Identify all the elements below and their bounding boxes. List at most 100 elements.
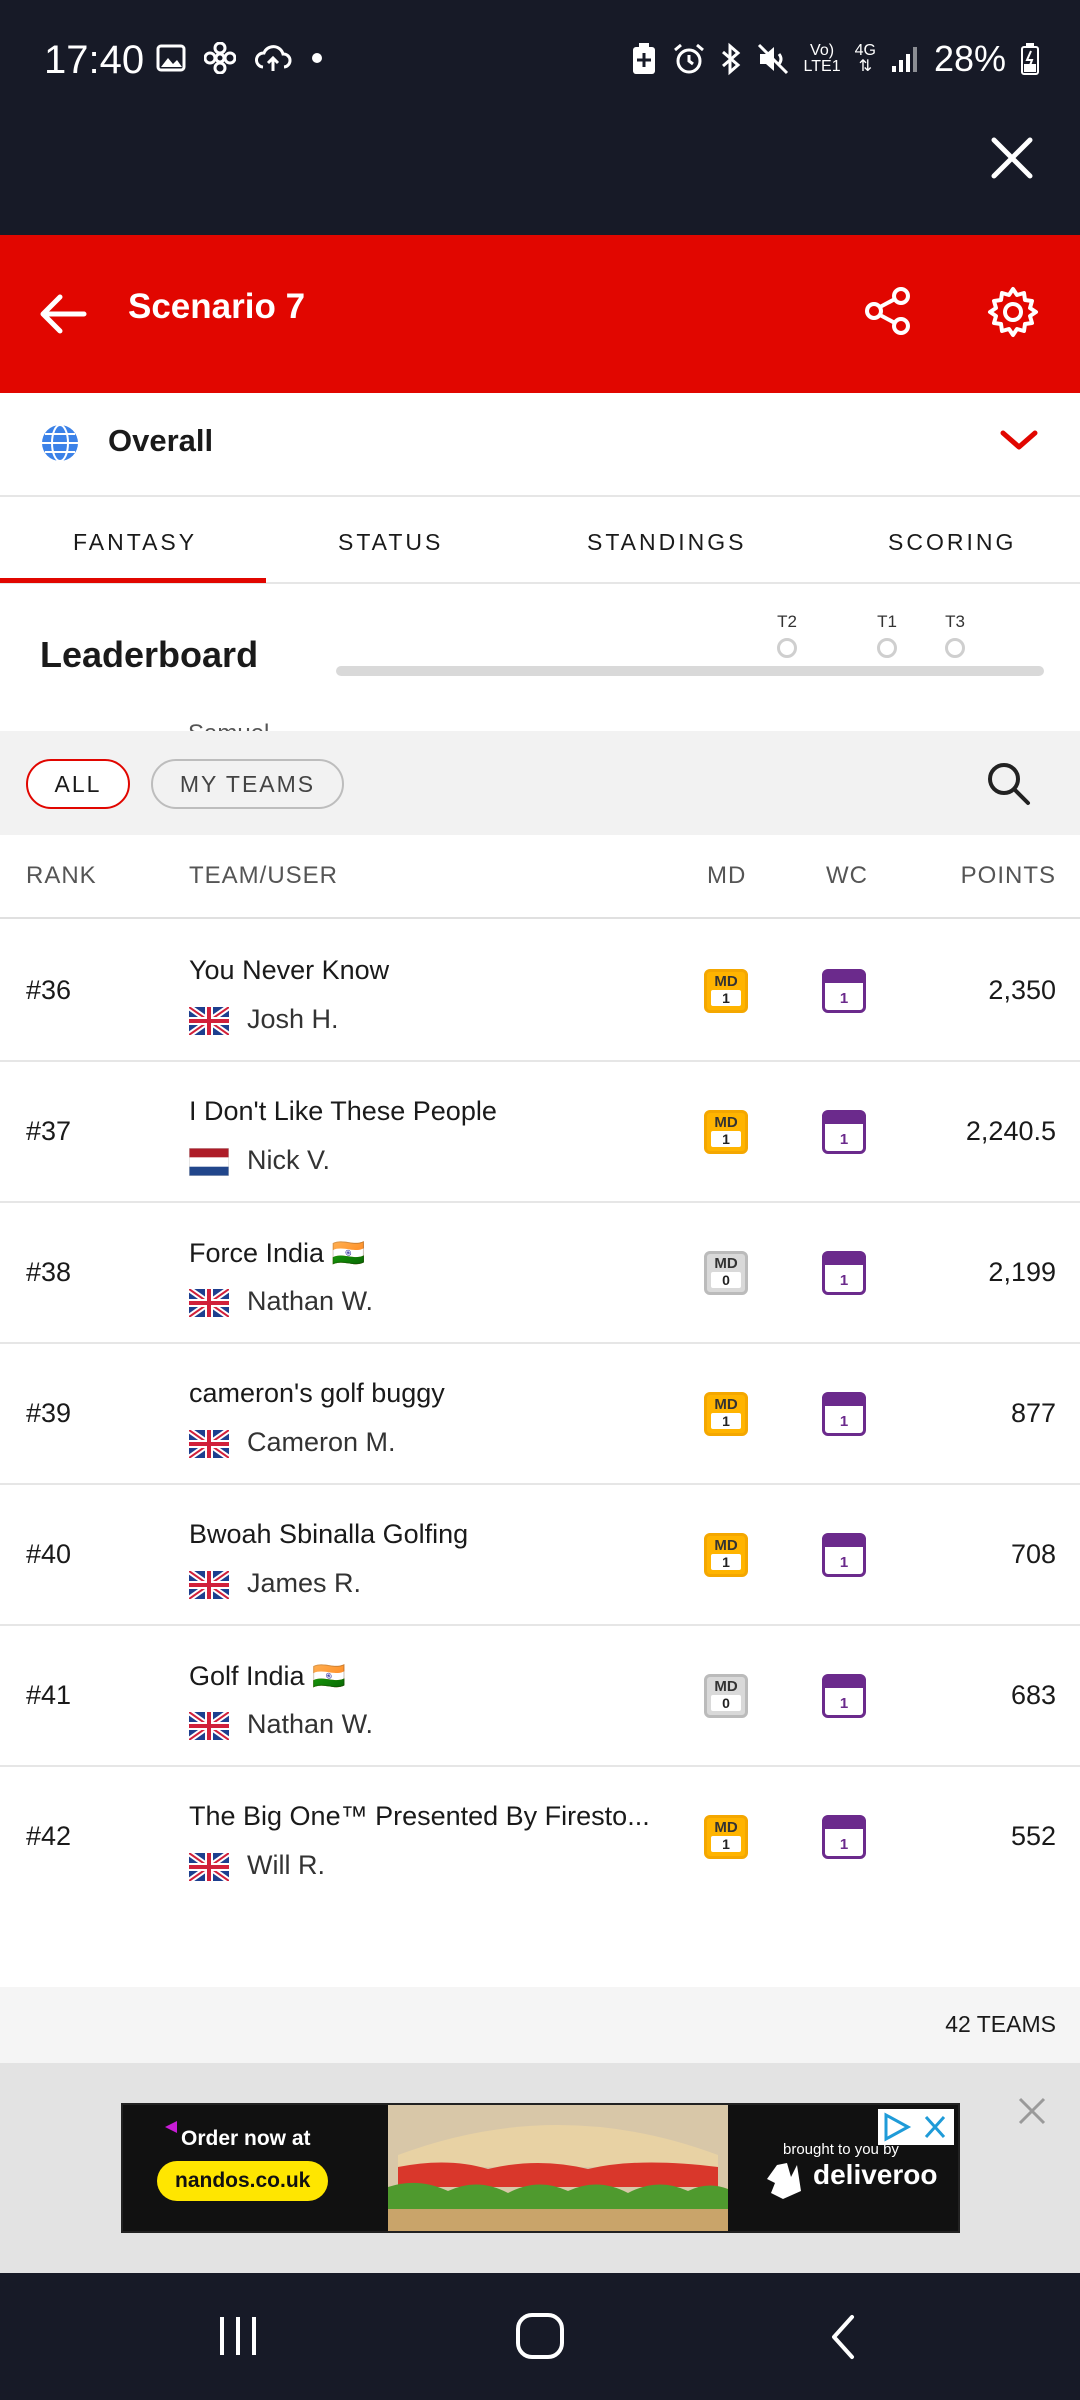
row-user-name: Nick V. <box>247 1145 331 1175</box>
row-user-name: Will R. <box>247 1850 325 1880</box>
scope-label: Overall <box>108 423 214 458</box>
wc-chip-band <box>825 1395 863 1406</box>
battery-percent: 28% <box>933 38 1006 79</box>
ad-banner[interactable]: Order now at nandos.co.uk brought to you… <box>121 2103 960 2233</box>
status-right: Vo) LTE1 4G ⇅ 28% <box>630 38 1040 80</box>
active-tab-indicator <box>0 578 266 583</box>
team-count: 42 TEAMS <box>945 2011 1056 2037</box>
status-time: 17:40 <box>44 38 145 82</box>
md-chip-label: MD <box>714 1255 738 1272</box>
table-row[interactable]: #41 Golf India 🇮🇳 Nathan W. MD 0 1 683 <box>0 1626 1080 1767</box>
row-rank: #38 <box>26 1257 72 1287</box>
table-header: RANK TEAM/USER MD WC POINTS <box>0 835 1080 919</box>
close-icon[interactable] <box>982 128 1042 188</box>
burger-image-icon <box>388 2105 728 2231</box>
team-count-bar: 42 TEAMS <box>0 1987 1080 2063</box>
wc-chip-band <box>825 1254 863 1265</box>
mute-icon <box>757 43 788 75</box>
gallery-icon <box>156 44 186 72</box>
row-user-name: Nathan W. <box>247 1286 374 1316</box>
row-rank: #39 <box>26 1398 72 1428</box>
row-rank: #40 <box>26 1539 72 1569</box>
wc-chip-icon: 1 <box>822 1815 866 1859</box>
pin-icon <box>877 638 897 658</box>
ad-choices-icon[interactable] <box>878 2109 954 2145</box>
tab-status[interactable]: STATUS <box>338 529 443 556</box>
page-title: Scenario 7 <box>128 287 306 326</box>
marker-label: T1 <box>877 612 897 631</box>
table-row[interactable]: #36 You Never Know Josh H. MD 1 1 2,350 <box>0 921 1080 1062</box>
wc-chip-count: 1 <box>839 1272 849 1289</box>
row-rank: #42 <box>26 1821 72 1851</box>
md-chip-icon: MD 1 <box>704 1110 748 1154</box>
bluetooth-icon <box>721 42 740 76</box>
share-icon[interactable] <box>862 285 914 337</box>
md-chip-count: 1 <box>711 1554 741 1570</box>
md-chip-count: 0 <box>711 1695 741 1711</box>
filter-my-teams-button[interactable]: MY TEAMS <box>151 759 344 809</box>
row-team-name: cameron's golf buggy <box>189 1378 445 1408</box>
leaderboard-title: Leaderboard <box>40 634 259 675</box>
md-chip-label: MD <box>714 1396 738 1413</box>
marker-t3: T3 <box>935 612 975 658</box>
home-icon[interactable] <box>514 2311 566 2361</box>
table-row[interactable]: #40 Bwoah Sbinalla Golfing James R. MD 1 … <box>0 1485 1080 1626</box>
wc-chip-count: 1 <box>839 1695 849 1712</box>
signal-icon <box>891 47 917 72</box>
scope-selector[interactable]: Overall <box>0 393 1080 497</box>
md-chip-icon: MD 1 <box>704 1392 748 1436</box>
ad-close-icon[interactable] <box>1014 2093 1050 2129</box>
ad-brand-text: deliveroo <box>813 2159 938 2190</box>
app-screen: 17:40 Vo) LTE1 4G ⇅ 28% Scenario 7 Overal <box>0 0 1080 2400</box>
back-arrow-icon[interactable] <box>34 285 92 343</box>
uk-flag-icon <box>189 1571 229 1599</box>
tab-standings[interactable]: STANDINGS <box>587 529 746 556</box>
tab-scoring[interactable]: SCORING <box>888 529 1016 556</box>
leaderboard-header: Leaderboard T2 T1 T3 Samuel <box>0 584 1080 731</box>
md-chip-count: 1 <box>711 1836 741 1852</box>
table-row[interactable]: #42 The Big One™ Presented By Firesto...… <box>0 1767 1080 1908</box>
row-points: 2,199 <box>988 1257 1056 1287</box>
app-header: Scenario 7 <box>0 235 1080 393</box>
marker-label: T2 <box>777 612 797 631</box>
table-row[interactable]: #37 I Don't Like These People Nick V. MD… <box>0 1062 1080 1203</box>
table-row[interactable]: #38 Force India 🇮🇳 Nathan W. MD 0 1 2,199 <box>0 1203 1080 1344</box>
pin-icon <box>777 638 797 658</box>
fan-icon <box>204 42 236 74</box>
uk-flag-icon <box>189 1289 229 1317</box>
row-points: 708 <box>1010 1539 1056 1569</box>
status-bar: 17:40 Vo) LTE1 4G ⇅ 28% <box>0 0 1080 235</box>
md-chip-count: 0 <box>711 1272 741 1288</box>
ad-url-pill: nandos.co.uk <box>157 2161 329 2201</box>
ad-area: Order now at nandos.co.uk brought to you… <box>0 2063 1080 2273</box>
md-chip-label: MD <box>714 1537 738 1554</box>
wc-chip-icon: 1 <box>822 969 866 1013</box>
recent-apps-icon[interactable] <box>214 2313 262 2359</box>
chevron-down-icon[interactable] <box>998 425 1040 455</box>
row-points: 2,240.5 <box>965 1116 1056 1146</box>
md-chip-label: MD <box>714 1114 738 1131</box>
search-icon[interactable] <box>984 759 1032 807</box>
tab-fantasy[interactable]: FANTASY <box>73 529 197 556</box>
cloud-upload-icon <box>255 45 292 71</box>
network-text: 4G <box>854 42 876 59</box>
wc-chip-icon: 1 <box>822 1674 866 1718</box>
network-indicator: 4G ⇅ <box>855 43 876 75</box>
filter-all-button[interactable]: ALL <box>26 759 130 809</box>
row-points: 683 <box>1010 1680 1056 1710</box>
system-back-icon[interactable] <box>826 2313 860 2361</box>
marker-t1: T1 <box>867 612 907 658</box>
wc-chip-band <box>825 1677 863 1688</box>
data-arrows-icon: ⇅ <box>858 58 872 75</box>
md-chip-icon: MD 1 <box>704 1815 748 1859</box>
row-user-name: James R. <box>247 1568 362 1598</box>
deliveroo-kangaroo-icon <box>767 2163 801 2199</box>
wc-chip-band <box>825 1113 863 1124</box>
wc-chip-count: 1 <box>839 1554 849 1571</box>
row-user-name: Cameron M. <box>247 1427 396 1457</box>
alarm-icon <box>673 43 704 74</box>
table-row[interactable]: #39 cameron's golf buggy Cameron M. MD 1 … <box>0 1344 1080 1485</box>
wc-chip-count: 1 <box>839 1836 849 1853</box>
gear-icon[interactable] <box>986 285 1040 339</box>
wc-chip-band <box>825 972 863 983</box>
